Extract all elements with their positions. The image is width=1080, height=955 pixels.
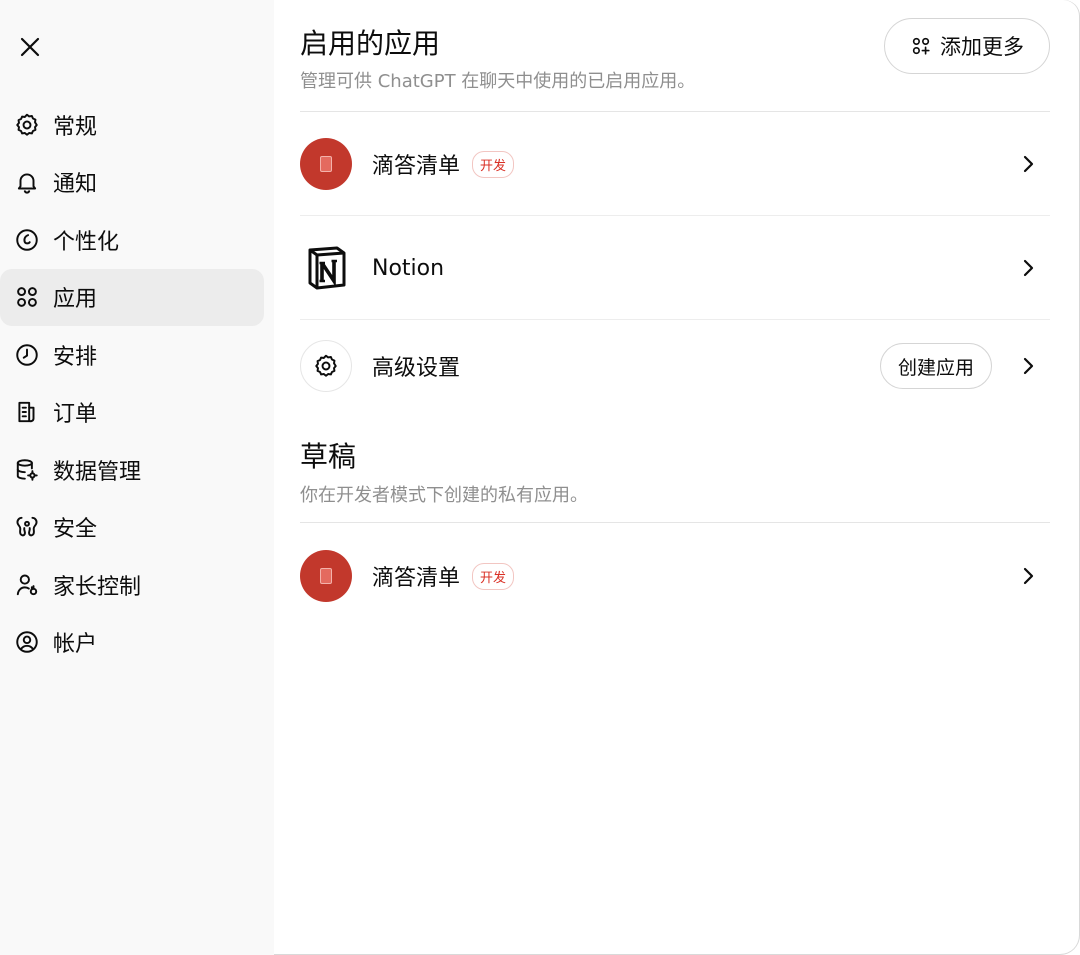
sidebar-item-account[interactable]: 帐户 [0, 614, 264, 672]
close-button[interactable] [12, 29, 48, 65]
personalize-icon [13, 226, 41, 254]
sidebar-item-label: 应用 [53, 287, 98, 313]
section-divider [300, 522, 1050, 523]
app-row-ticktick[interactable]: 滴答清单 开发 [300, 112, 1050, 216]
apps-settings-panel: 启用的应用 管理可供 ChatGPT 在聊天中使用的已启用应用。 添加更多 滴答… [274, 0, 1080, 955]
dev-badge: 开发 [472, 150, 515, 178]
app-name: 滴答清单 [372, 154, 461, 179]
advanced-settings-row[interactable]: 高级设置 创建应用 [300, 314, 1050, 418]
sidebar-item-label: 常规 [53, 114, 98, 140]
drafts-subtitle: 你在开发者模式下创建的私有应用。 [300, 485, 588, 506]
chevron-right-icon [1014, 150, 1042, 178]
sidebar-item-personalization[interactable]: 个性化 [0, 211, 264, 269]
clock-icon [13, 341, 41, 369]
create-app-button[interactable]: 创建应用 [880, 343, 992, 389]
chevron-right-icon [1014, 352, 1042, 380]
gear-icon [300, 340, 352, 392]
security-icon [13, 513, 41, 541]
close-icon [20, 37, 40, 57]
bell-icon [13, 168, 41, 196]
advanced-settings-label: 高级设置 [372, 356, 461, 381]
sidebar-item-schedule[interactable]: 安排 [0, 326, 264, 384]
apps-grid-icon [13, 283, 41, 311]
sidebar-item-security[interactable]: 安全 [0, 499, 264, 557]
drafts-title: 草稿 [300, 440, 357, 473]
sidebar-item-label: 数据管理 [53, 459, 142, 485]
parental-user-icon [13, 571, 41, 599]
enabled-apps-subtitle: 管理可供 ChatGPT 在聊天中使用的已启用应用。 [300, 71, 696, 92]
add-more-button[interactable]: 添加更多 [884, 18, 1050, 74]
app-name: 滴答清单 [372, 566, 461, 591]
database-gear-icon [13, 456, 41, 484]
sidebar-item-notifications[interactable]: 通知 [0, 154, 264, 212]
sidebar-item-label: 个性化 [53, 229, 120, 255]
sidebar-item-label: 帐户 [53, 632, 98, 658]
sidebar-item-label: 家长控制 [53, 574, 142, 600]
sidebar-item-label: 通知 [53, 172, 98, 198]
apps-add-icon [912, 37, 930, 55]
app-row-notion[interactable]: Notion [300, 216, 1050, 320]
chevron-right-icon [1014, 254, 1042, 282]
enabled-apps-title: 启用的应用 [300, 27, 441, 60]
ticktick-icon [300, 550, 352, 602]
gear-icon [13, 111, 41, 139]
sidebar-item-orders[interactable]: 订单 [0, 384, 264, 442]
ticktick-icon [300, 138, 352, 190]
receipt-icon [13, 398, 41, 426]
account-circle-icon [13, 628, 41, 656]
sidebar-item-label: 安排 [53, 344, 98, 370]
add-more-label: 添加更多 [940, 35, 1024, 59]
sidebar-item-apps[interactable]: 应用 [0, 268, 264, 326]
draft-app-row-ticktick[interactable]: 滴答清单 开发 [300, 524, 1050, 628]
settings-sidebar: 常规 通知 个性化 应用 安排 订单 数据管理 安全 家长控制 帐户 [0, 0, 274, 955]
sidebar-item-data-controls[interactable]: 数据管理 [0, 441, 264, 499]
chevron-right-icon [1014, 562, 1042, 590]
sidebar-item-general[interactable]: 常规 [0, 96, 264, 154]
notion-logo-icon [300, 242, 352, 294]
sidebar-item-parental-controls[interactable]: 家长控制 [0, 556, 264, 614]
sidebar-item-label: 订单 [53, 402, 98, 428]
settings-nav: 常规 通知 个性化 应用 安排 订单 数据管理 安全 家长控制 帐户 [0, 96, 274, 671]
dev-badge: 开发 [472, 562, 515, 590]
sidebar-item-label: 安全 [53, 517, 98, 543]
app-name: Notion [372, 255, 445, 281]
